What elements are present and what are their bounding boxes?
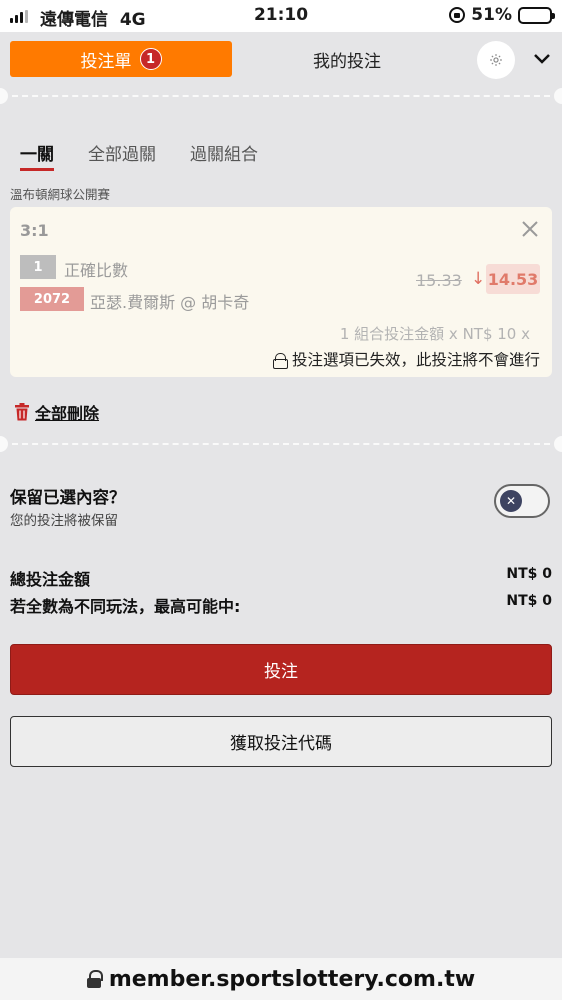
invalid-text: 投注選項已失效，此投注將不會進行 <box>291 351 540 369</box>
lock-icon <box>272 352 288 369</box>
get-bet-code-button[interactable]: 獲取投注代碼 <box>10 716 552 767</box>
battery-icon <box>518 6 555 24</box>
odds-down-icon: ↓ <box>471 269 486 289</box>
tournament-name: 溫布頓網球公開賽 <box>10 187 111 202</box>
tab-all-parlay[interactable]: 全部過關 <box>88 140 156 165</box>
total-stake-row: 總投注金額 NT$ 0 <box>10 566 552 590</box>
tab-betslip[interactable]: 投注單 1 <box>10 41 232 77</box>
settings-button[interactable] <box>477 41 515 79</box>
toggle-off-icon: ✕ <box>500 490 522 512</box>
betslip-header: 投注單 1 我的投注 <box>0 32 562 90</box>
status-right: 51% <box>449 5 555 25</box>
keep-selections-toggle[interactable]: ✕ <box>494 484 550 518</box>
betslip-count-badge: 1 <box>139 48 162 70</box>
old-odds: 15.33 <box>416 271 462 290</box>
remove-selection-button[interactable] <box>520 219 540 239</box>
max-win-row: 若全數為不同玩法，最高可能中: NT$ 0 <box>10 593 552 617</box>
delete-all-button[interactable]: 全部刪除 <box>14 400 99 424</box>
keep-selections-subtitle: 您的投注將被保留 <box>10 513 118 529</box>
max-win-label: 若全數為不同玩法，最高可能中: <box>10 597 241 616</box>
selection-invalid-notice: 投注選項已失效，此投注將不會進行 <box>272 348 540 370</box>
tab-betslip-label: 投注單 <box>80 51 132 72</box>
total-stake-value: NT$ 0 <box>506 566 552 582</box>
url-text: member.sportslottery.com.tw <box>108 966 476 992</box>
collapse-button[interactable] <box>530 46 554 70</box>
divider <box>0 436 562 452</box>
tab-my-bets[interactable]: 我的投注 <box>262 41 432 77</box>
chevron-down-icon <box>534 54 550 64</box>
event-code-tag: 2072 <box>20 287 84 311</box>
trash-icon <box>15 403 29 421</box>
lock-icon <box>86 970 103 988</box>
delete-all-label: 全部刪除 <box>35 404 100 423</box>
rotation-lock-icon <box>449 7 466 23</box>
close-icon <box>522 221 538 237</box>
tab-parlay-combo[interactable]: 過關組合 <box>190 140 258 165</box>
max-win-value: NT$ 0 <box>506 593 552 609</box>
gear-icon <box>490 54 502 66</box>
selection-score: 3:1 <box>20 221 49 240</box>
selection-card: 3:1 1 正確比數 2072 亞瑟.費爾斯 @ 胡卡奇 15.33 ↓ 14.… <box>10 207 552 377</box>
market-name: 正確比數 <box>64 261 129 280</box>
divider <box>0 88 562 104</box>
bet-type-tabs: 一關 全部過關 過關組合 <box>20 140 258 171</box>
new-odds: 14.53 <box>486 264 540 294</box>
combo-stake-text: 1 組合投注金額 x NT$ 10 x <box>339 325 530 343</box>
keep-selections-title: 保留已選內容？ <box>10 488 126 507</box>
place-bet-button[interactable]: 投注 <box>10 644 552 695</box>
browser-url-bar[interactable]: member.sportslottery.com.tw <box>0 958 562 1000</box>
battery-percent: 51% <box>471 5 512 25</box>
event-name: 亞瑟.費爾斯 @ 胡卡奇 <box>90 293 250 312</box>
status-bar: 遠傳電信 4G 21:10 51% <box>0 0 562 32</box>
tab-single[interactable]: 一關 <box>20 140 54 171</box>
total-stake-label: 總投注金額 <box>10 570 91 589</box>
market-code-tag: 1 <box>20 255 56 279</box>
